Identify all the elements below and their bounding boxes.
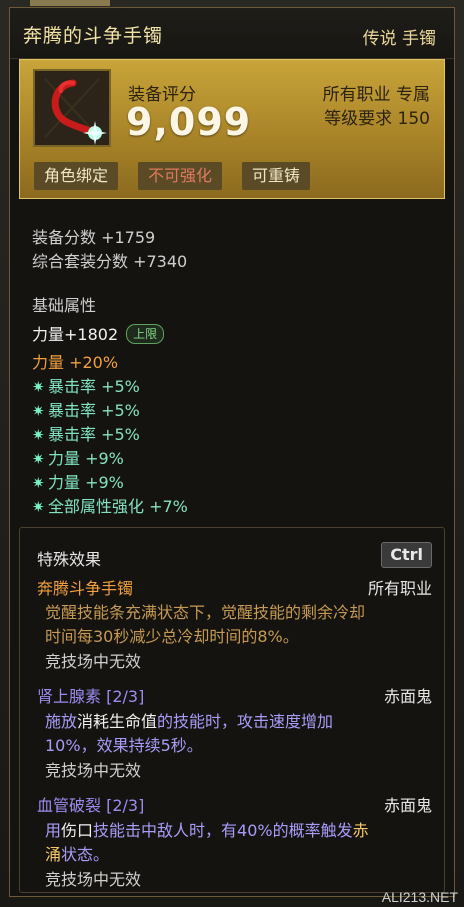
ctrl-key-hint[interactable]: Ctrl	[381, 542, 432, 568]
base-stat-line: ✷ 暴击率 +5%	[32, 397, 140, 421]
base-stats-title: 基础属性	[32, 296, 97, 315]
sparkle-icon: ✷	[32, 498, 45, 516]
skill-effect-2-arena: 竞技场中无效	[45, 870, 142, 889]
set-score: 综合套装分数 +7340	[32, 252, 188, 271]
skill-effect-2-desc-1a: 用	[45, 821, 62, 840]
set-effect-job: 所有职业	[367, 579, 432, 598]
base-strength-value: 力量+1802	[32, 325, 119, 344]
score-value: 9,099	[126, 100, 252, 144]
sparkle-icon: ✷	[32, 426, 45, 444]
skill-effect-1-arena: 竞技场中无效	[45, 761, 142, 780]
tag-reforgeable: 可重铸	[242, 162, 311, 190]
skill-effect-2-desc-1c: 技能击中敌人时，有40%的概率触发	[93, 821, 353, 840]
base-stat-text: 力量 +9%	[48, 449, 124, 468]
base-stat-line: ✷ 力量 +9%	[32, 469, 124, 493]
base-stat-line: ✷ 全部属性强化 +7%	[32, 493, 188, 517]
base-stat-text: 暴击率 +5%	[48, 425, 140, 444]
tooltip-title-bar: 奔腾的斗争手镯 传说 手镯	[10, 8, 454, 59]
bracelet-icon	[33, 69, 111, 147]
set-effect-desc-1: 觉醒技能条充满状态下，觉醒技能的剩余冷却	[45, 603, 366, 622]
sparkle-icon: ✷	[32, 474, 45, 492]
sparkle-icon: ✷	[32, 402, 45, 420]
skill-effect-1-keyword: 消耗生命值	[77, 712, 158, 731]
base-stat-text: 力量 +20%	[32, 353, 119, 372]
cap-badge: 上限	[126, 324, 165, 344]
item-tooltip: 奔腾的斗争手镯 传说 手镯 装备评分 9,099 所有职业 专属 等级要求 15…	[9, 7, 455, 897]
skill-effect-1-name: 肾上腺素 [2/3]	[37, 687, 145, 706]
skill-effect-2-name: 血管破裂 [2/3]	[37, 796, 145, 815]
sparkle-icon: ✷	[32, 450, 45, 468]
background-tab	[30, 0, 110, 6]
skill-effect-2-job: 赤面鬼	[383, 796, 432, 815]
watermark: ALI213.NET	[381, 889, 458, 905]
level-requirement: 等级要求 150	[324, 109, 430, 129]
item-name: 奔腾的斗争手镯	[23, 25, 164, 47]
base-stat-line: ✷ 力量 +9%	[32, 445, 124, 469]
job-restriction: 所有职业 专属	[322, 85, 430, 105]
set-effect-name: 奔腾斗争手镯	[37, 579, 134, 598]
item-header-panel: 装备评分 9,099 所有职业 专属 等级要求 150 角色绑定 不可强化 可重…	[19, 59, 445, 199]
skill-effect-2-status-b: 涌	[45, 845, 62, 864]
skill-effect-2-desc-2: 涌状态。	[45, 841, 109, 865]
skill-effect-1-job: 赤面鬼	[383, 687, 432, 706]
base-stat-text: 暴击率 +5%	[48, 401, 140, 420]
skill-effect-1-desc-1a: 施放	[45, 712, 78, 731]
special-effects-title: 特殊效果	[37, 550, 102, 569]
base-stat-line: ✷ 暴击率 +5%	[32, 421, 140, 445]
skill-effect-2-status-a: 赤	[352, 821, 369, 840]
tag-not-enhanceable: 不可强化	[138, 162, 223, 190]
sparkle-icon: ✷	[32, 378, 45, 396]
tag-character-bind: 角色绑定	[34, 162, 119, 190]
item-rarity: 传说 手镯	[362, 29, 436, 49]
special-effects-panel: 特殊效果 Ctrl 奔腾斗争手镯 所有职业 觉醒技能条充满状态下，觉醒技能的剩余…	[19, 527, 445, 893]
base-stat-text: 全部属性强化 +7%	[48, 497, 188, 516]
equip-score: 装备分数 +1759	[32, 228, 156, 247]
skill-effect-2-keyword: 伤口	[61, 821, 94, 840]
set-effect-desc-2: 时间每30秒减少总冷却时间的8%。	[45, 627, 299, 646]
base-stat-text: 暴击率 +5%	[48, 377, 140, 396]
skill-effect-2-desc-1: 用伤口技能击中敌人时，有40%的概率触发赤	[45, 817, 369, 841]
skill-effect-1-desc-2: 10%，效果持续5秒。	[45, 736, 203, 755]
base-strength: 力量+1802 上限	[32, 321, 165, 345]
base-stat-line: 力量 +20%	[32, 349, 118, 373]
set-effect-arena: 竞技场中无效	[45, 652, 142, 671]
skill-effect-1-desc-1c: 的技能时，攻击速度增加	[157, 712, 334, 731]
skill-effect-1-desc-1: 施放消耗生命值的技能时，攻击速度增加	[45, 708, 333, 732]
base-stat-line: ✷ 暴击率 +5%	[32, 373, 140, 397]
skill-effect-2-desc-2b: 状态。	[61, 845, 110, 864]
base-stat-text: 力量 +9%	[48, 473, 124, 492]
